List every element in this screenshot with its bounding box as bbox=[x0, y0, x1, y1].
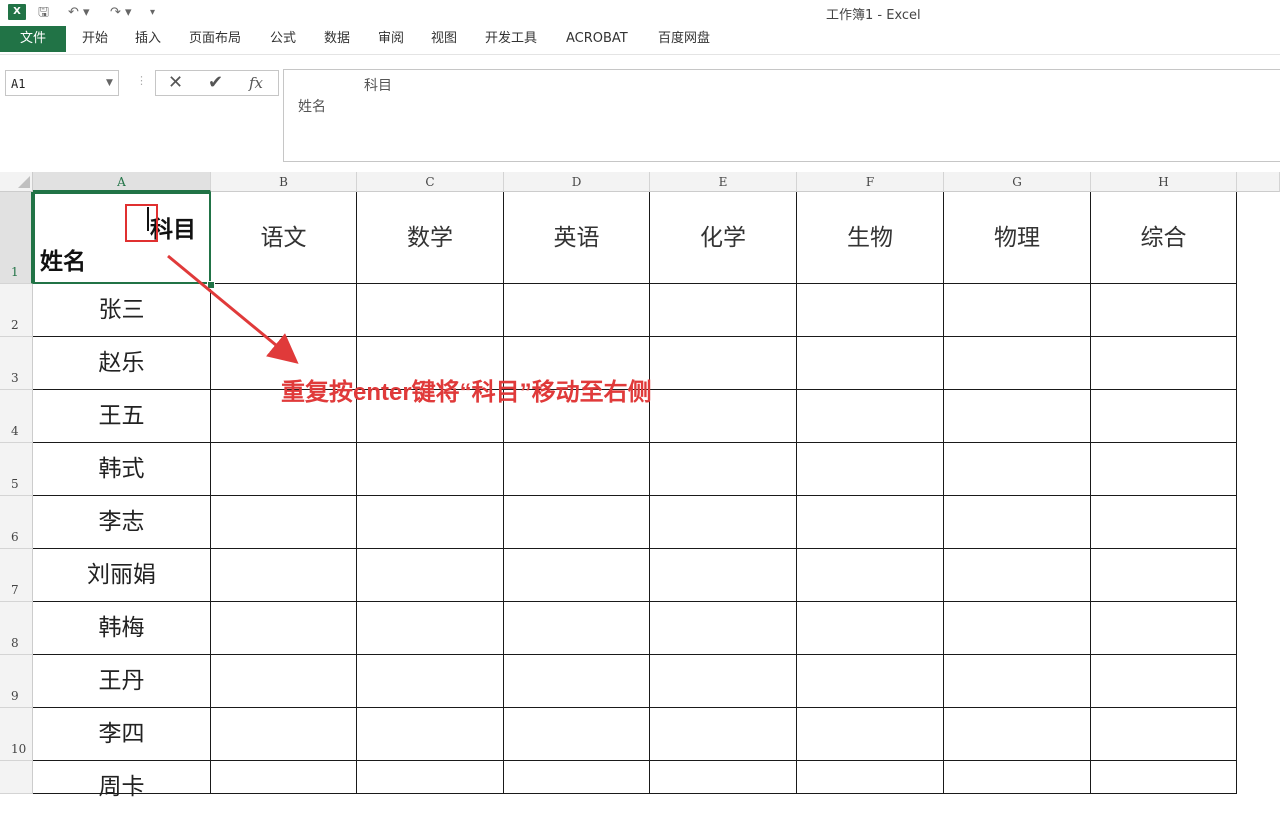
annotation-text: 重复按enter键将“科目”移动至右侧 bbox=[281, 379, 652, 406]
